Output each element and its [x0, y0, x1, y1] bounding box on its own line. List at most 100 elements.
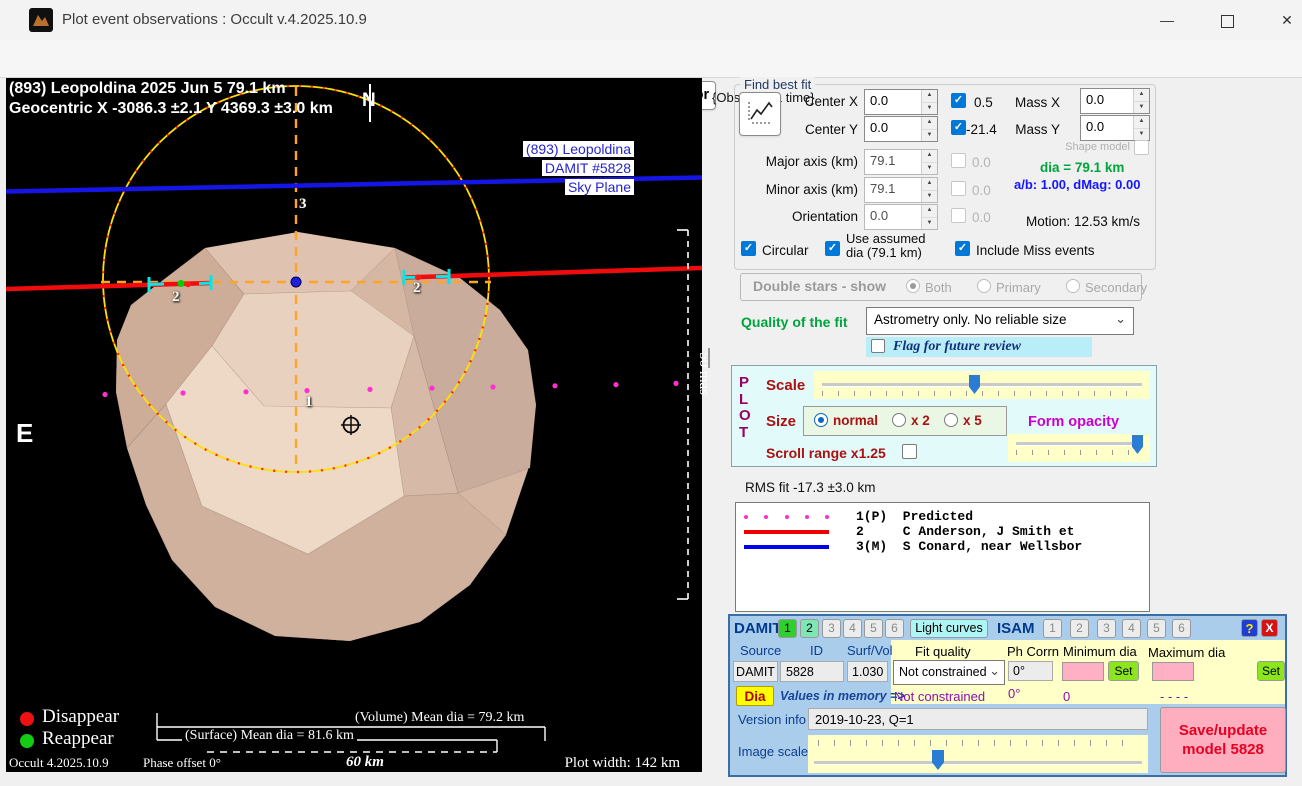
damit-model-3-button[interactable]: 3 [822, 619, 841, 638]
damit-model-5-button[interactable]: 5 [864, 619, 883, 638]
version-info-field[interactable]: 2019-10-23, Q=1 [808, 708, 1148, 730]
center-x-checkbox[interactable] [951, 93, 966, 108]
max-dia-set-button[interactable]: Set [1257, 661, 1285, 681]
center-y-offset-value: -21.4 [966, 122, 997, 137]
major-axis-checkbox[interactable] [951, 153, 966, 168]
isam-model-3-button[interactable]: 3 [1097, 619, 1116, 638]
orientation-checkbox[interactable] [951, 208, 966, 223]
orientation-label: Orientation [758, 209, 858, 224]
include-miss-checkbox[interactable] [955, 241, 970, 256]
id-header: ID [810, 643, 823, 658]
occult-version-label: Occult 4.2025.10.9 [9, 755, 109, 771]
dia-button[interactable]: Dia [736, 686, 774, 706]
flag-review-checkbox[interactable] [871, 339, 885, 353]
spinner-arrows-icon[interactable]: ▲▼ [921, 117, 937, 141]
mass-x-spinner[interactable]: 0.0 ▲▼ [1080, 88, 1150, 114]
orientation-spinner[interactable]: 0.0 ▲▼ [864, 204, 938, 230]
damit-model-1-button[interactable]: 1 [778, 619, 797, 638]
center-y-spinner[interactable]: 0.0 ▲▼ [864, 116, 938, 142]
damit-model-4-button[interactable]: 4 [843, 619, 862, 638]
memory-fit-quality: Not constrained [894, 689, 985, 704]
double-primary-label: Primary [996, 280, 1041, 295]
panel-divider [708, 348, 710, 368]
list-item[interactable]: 3(M) S Conard, near Wellsbor [856, 539, 1082, 554]
mas-scale-bracket [677, 230, 688, 599]
motion-readout: Motion: 12.53 km/s [1026, 214, 1140, 229]
center-x-offset-value: 0.5 [974, 95, 993, 110]
max-dia-header: Maximum dia [1148, 645, 1225, 660]
maximize-icon[interactable] [1204, 0, 1250, 40]
double-secondary-radio[interactable] [1066, 279, 1080, 293]
values-in-memory-label: Values in memory => [780, 689, 905, 703]
size-x5-label: x 5 [963, 413, 982, 428]
legend-swatch-blue [744, 545, 829, 549]
shape-model-checkbox[interactable] [1134, 140, 1149, 155]
damit-model-6-button[interactable]: 6 [885, 619, 904, 638]
spinner-arrows-icon[interactable]: ▲▼ [1133, 116, 1149, 140]
size-x5-radio[interactable] [944, 413, 958, 427]
image-scale-slider[interactable] [808, 735, 1148, 773]
reappear-dot-icon [20, 734, 34, 748]
scroll-range-checkbox[interactable] [902, 444, 917, 459]
spinner-arrows-icon[interactable]: ▲▼ [921, 178, 937, 202]
minor-axis-checkbox[interactable] [951, 181, 966, 196]
list-item[interactable]: 1(P) Predicted [856, 509, 973, 524]
fit-quality-dropdown[interactable]: Not constrained ⌄ [893, 660, 1005, 685]
app-window: Plot event observations : Occult v.4.202… [0, 0, 1302, 786]
disappear-dot-icon [20, 712, 34, 726]
id-value-box: 5828 [780, 661, 844, 682]
save-update-model-button[interactable]: Save/update model 5828 [1160, 707, 1286, 773]
center-x-spinner[interactable]: 0.0 ▲▼ [864, 89, 938, 115]
major-axis-spinner[interactable]: 79.1 ▲▼ [864, 149, 938, 175]
plot-geocentric-coords: Geocentric X -3086.3 ±2.1 Y 4369.3 ±3.0 … [9, 100, 333, 118]
image-scale-slider-thumb[interactable] [932, 750, 944, 770]
use-assumed-dia-checkbox[interactable] [825, 241, 840, 256]
image-scale-label: Image scale [738, 744, 808, 759]
double-primary-radio[interactable] [977, 279, 991, 293]
double-both-radio[interactable] [906, 279, 920, 293]
minimize-icon[interactable]: — [1144, 0, 1190, 40]
shape-model-label: Shape model [1058, 141, 1130, 153]
reappear-legend: Reappear [42, 728, 114, 750]
quality-dropdown[interactable]: Astrometry only. No reliable size ⌄ [866, 307, 1134, 335]
max-dia-field[interactable] [1152, 662, 1194, 681]
panel-close-button[interactable]: X [1261, 619, 1278, 637]
mass-y-spinner[interactable]: 0.0 ▲▼ [1080, 115, 1150, 141]
spinner-arrows-icon[interactable]: ▲▼ [1133, 89, 1149, 113]
isam-model-5-button[interactable]: 5 [1147, 619, 1166, 638]
spinner-arrows-icon[interactable]: ▲▼ [921, 150, 937, 174]
light-curves-button[interactable]: Light curves [910, 619, 988, 638]
surfvol-value-box: 1.030 [847, 661, 888, 682]
surface-mean-dia-label: (Surface) Mean dia = 81.6 km [182, 728, 357, 744]
ph-corrn-value-box[interactable]: 0° [1008, 661, 1053, 681]
isam-model-2-button[interactable]: 2 [1070, 619, 1089, 638]
min-dia-set-button[interactable]: Set [1108, 661, 1139, 681]
close-icon[interactable]: ✕ [1264, 0, 1302, 40]
scale-slider[interactable] [814, 371, 1150, 399]
size-label: Size [766, 413, 796, 430]
volume-mean-dia-label: (Volume) Mean dia = 79.2 km [355, 710, 524, 726]
panel-help-button[interactable]: ? [1241, 619, 1258, 637]
size-normal-radio[interactable] [814, 413, 828, 427]
spinner-arrows-icon[interactable]: ▲▼ [921, 205, 937, 229]
isam-model-6-button[interactable]: 6 [1172, 619, 1191, 638]
spinner-arrows-icon[interactable]: ▲▼ [921, 90, 937, 114]
minor-axis-spinner[interactable]: 79.1 ▲▼ [864, 177, 938, 203]
isam-model-4-button[interactable]: 4 [1122, 619, 1141, 638]
chevron-down-icon: ⌄ [989, 663, 1000, 679]
isam-model-1-button[interactable]: 1 [1043, 619, 1062, 638]
damit-model-2-button[interactable]: 2 [800, 619, 819, 638]
major-axis-err: 0.0 [972, 155, 991, 170]
version-info-label: Version info [738, 712, 806, 727]
dia-readout: dia = 79.1 km [1040, 160, 1124, 175]
form-opacity-label: Form opacity [1028, 414, 1119, 430]
form-opacity-slider[interactable] [1008, 434, 1150, 462]
circular-checkbox[interactable] [741, 241, 756, 256]
observer-legend-list[interactable]: 1(P) Predicted 2 C Anderson, J Smith et … [735, 502, 1150, 612]
list-item[interactable]: 2 C Anderson, J Smith et [856, 524, 1074, 539]
min-dia-field[interactable] [1062, 662, 1104, 681]
center-y-checkbox[interactable] [951, 120, 966, 135]
plot-canvas[interactable]: (893) Leopoldina 2025 Jun 5 79.1 km Geoc… [6, 78, 702, 772]
include-miss-label: Include Miss events [976, 243, 1095, 258]
size-x2-radio[interactable] [892, 413, 906, 427]
